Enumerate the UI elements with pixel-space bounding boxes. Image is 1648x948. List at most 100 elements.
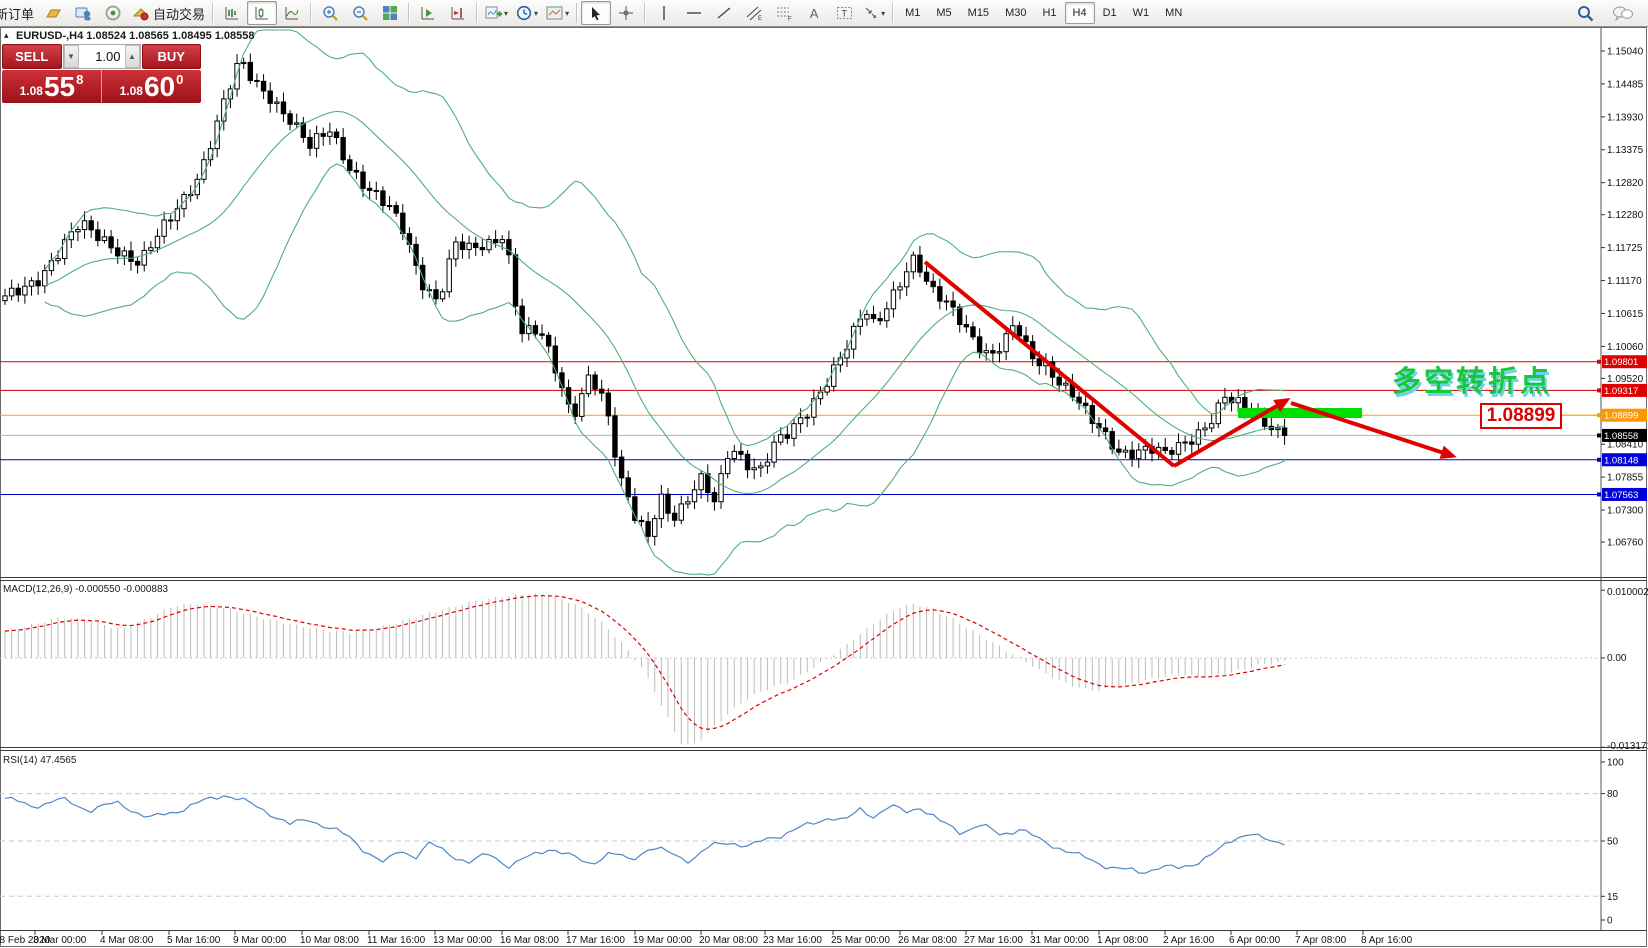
rsi-axis-label: 100 — [1607, 758, 1624, 769]
candle-body — [825, 386, 829, 392]
price-tick-label: 1.12820 — [1607, 178, 1644, 189]
rsi-axis-label: 15 — [1607, 892, 1619, 903]
candle-body — [1163, 447, 1167, 450]
candle-body — [871, 314, 875, 318]
candle-body — [367, 188, 371, 190]
price-tick-label: 1.11725 — [1607, 243, 1643, 254]
one-click-collapse-arrow[interactable]: ▴ — [4, 30, 9, 41]
candle-body — [295, 123, 299, 124]
candle-body — [89, 221, 93, 230]
candle-body — [29, 281, 33, 286]
price-tick-label: 1.07855 — [1607, 473, 1644, 484]
candle-body — [580, 394, 584, 417]
chart-ohlc-title: EURUSD-,H4 1.08524 1.08565 1.08495 1.085… — [16, 30, 255, 42]
buy-price-big: 60 — [144, 73, 175, 101]
candle-body — [500, 240, 504, 243]
volume-increase-button[interactable]: ▲ — [125, 45, 140, 68]
candle-body — [1282, 428, 1286, 435]
candle-body — [626, 478, 630, 497]
time-axis-label: 10 Mar 08:00 — [300, 935, 359, 946]
buy-price-display[interactable]: 1.08 60 0 — [102, 70, 201, 103]
candle-body — [1037, 359, 1041, 366]
candle-body — [672, 513, 676, 520]
candle-body — [573, 404, 577, 416]
turning-point-annotation[interactable]: 多空转折点 — [1392, 358, 1552, 400]
price-line-label-marker — [1597, 360, 1601, 364]
candle-body — [334, 132, 338, 138]
price-tick-label: 1.09520 — [1607, 374, 1644, 385]
candle-body — [971, 327, 975, 337]
chart-canvas[interactable]: 1.150401.144851.139301.133751.128201.122… — [0, 0, 1648, 948]
candle-body — [23, 286, 27, 295]
time-axis-label: 8 Apr 16:00 — [1361, 935, 1413, 946]
candle-body — [241, 62, 245, 63]
time-axis-label: 17 Mar 16:00 — [566, 935, 625, 946]
price-tick-label: 1.15040 — [1607, 47, 1644, 58]
candle-body — [745, 454, 749, 469]
time-axis-label: 20 Mar 08:00 — [699, 935, 758, 946]
volume-decrease-button[interactable]: ▼ — [64, 45, 79, 68]
time-axis-label: 4 Mar 08:00 — [100, 935, 154, 946]
chart-ohlc-values: 1.08524 1.08565 1.08495 1.08558 — [86, 30, 254, 42]
candle-body — [109, 237, 113, 248]
candle-body — [706, 474, 710, 493]
candle-body — [739, 451, 743, 454]
price-line-label: 1.08558 — [1604, 431, 1638, 442]
candle-body — [719, 474, 723, 502]
sell-price-sup: 8 — [76, 72, 83, 87]
candle-body — [772, 442, 776, 462]
time-axis-label: 9 Mar 00:00 — [233, 935, 287, 946]
rsi-axis-label: 0 — [1607, 916, 1613, 927]
macd-axis-label: 0.010002 — [1607, 587, 1648, 598]
rsi-line — [5, 796, 1285, 873]
price-line-label-marker — [1597, 433, 1601, 437]
candle-body — [1209, 424, 1213, 428]
candle-body — [9, 288, 13, 296]
candle-body — [149, 248, 153, 251]
volume-input[interactable] — [79, 45, 125, 68]
candle-body — [1236, 398, 1240, 403]
rsi-indicator-label: RSI(14) 47.4565 — [3, 755, 76, 766]
candle-body — [16, 288, 20, 295]
candle-body — [281, 102, 285, 114]
candle-body — [732, 451, 736, 458]
price-tick-label: 1.12280 — [1607, 210, 1644, 221]
buy-button[interactable]: BUY — [142, 44, 202, 69]
candle-body — [1004, 334, 1008, 352]
price-tick-label: 1.10060 — [1607, 342, 1644, 353]
candle-body — [1117, 449, 1121, 452]
candle-body — [36, 281, 40, 286]
price-tag-box[interactable]: 1.08899 — [1480, 403, 1562, 429]
time-axis-label: 31 Mar 00:00 — [1030, 935, 1089, 946]
candle-body — [712, 493, 716, 502]
candle-body — [845, 349, 849, 358]
candle-body — [904, 272, 908, 287]
macd-axis-label: -0.013171 — [1607, 741, 1648, 752]
time-axis-label: 11 Mar 16:00 — [367, 935, 426, 946]
candle-body — [865, 314, 869, 319]
time-axis-label: 19 Mar 00:00 — [633, 935, 692, 946]
candle-body — [122, 251, 126, 256]
candle-body — [1083, 403, 1087, 405]
candle-body — [540, 334, 544, 335]
time-axis-label: 27 Mar 16:00 — [964, 935, 1023, 946]
sell-price-display[interactable]: 1.08 55 8 — [2, 70, 102, 103]
time-axis-label: 23 Mar 16:00 — [763, 935, 822, 946]
candle-body — [891, 290, 895, 309]
time-axis-label: 3 Mar 00:00 — [33, 935, 87, 946]
candle-body — [394, 206, 398, 214]
sell-button[interactable]: SELL — [2, 44, 62, 69]
price-line-label: 1.09801 — [1604, 357, 1638, 368]
candle-body — [1190, 442, 1194, 444]
candle-body — [447, 259, 451, 292]
candle-body — [606, 393, 610, 416]
time-axis-label: 2 Apr 16:00 — [1163, 935, 1215, 946]
candle-body — [805, 417, 809, 418]
buy-price-base: 1.08 — [120, 84, 143, 98]
price-tick-label: 1.14485 — [1607, 79, 1644, 90]
trend-arrow-segment[interactable] — [1291, 403, 1453, 456]
candle-body — [646, 522, 650, 537]
candle-body — [918, 255, 922, 272]
trend-arrow-segment[interactable] — [1174, 400, 1287, 466]
candle-body — [248, 62, 252, 80]
